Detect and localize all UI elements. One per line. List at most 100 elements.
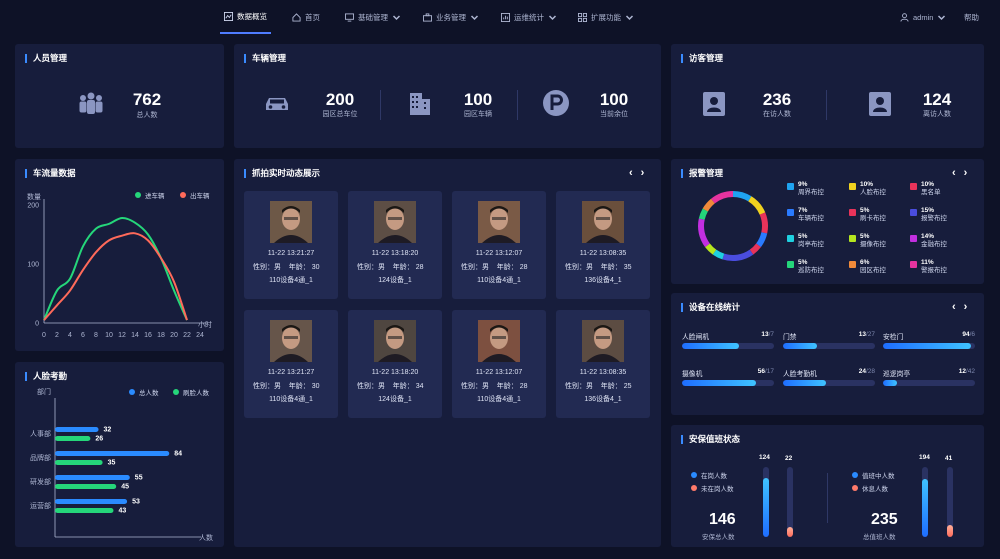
age-value: 28 — [519, 383, 528, 390]
alarm-legend-item: 5% 摄像布控 — [849, 233, 886, 249]
snapshot-attrs: 性别：男 年龄： 35 — [565, 262, 632, 272]
nav-item-ops[interactable]: 运维统计 — [501, 0, 557, 34]
age-value: 34 — [415, 383, 424, 390]
snapshot-device: 136设备4_1 — [584, 277, 622, 284]
legend-swatch — [849, 261, 856, 268]
user-menu[interactable]: admin — [900, 0, 946, 34]
alarm-legend-item: 5% 刷卡布控 — [849, 207, 886, 223]
gender-label: 性别： — [357, 383, 378, 390]
chevron-right-icon[interactable]: › — [641, 167, 645, 179]
alarm-legend-item: 11% 警报布控 — [910, 259, 947, 275]
chevron-left-icon[interactable]: ‹ — [629, 167, 633, 179]
legend-swatch — [910, 209, 917, 216]
divider — [380, 90, 381, 120]
alarm-pct: 11% — [921, 259, 934, 266]
device-progress — [883, 343, 975, 349]
personnel-stat: 762 总人数 — [123, 91, 171, 120]
face-photo — [374, 201, 416, 243]
legend-dot — [691, 485, 697, 491]
donut-slice — [712, 249, 725, 260]
nav-item-business[interactable]: 业务管理 — [423, 0, 479, 34]
chevron-left-icon[interactable]: ‹ — [952, 167, 956, 179]
nav-item-extend[interactable]: 扩展功能 — [578, 0, 634, 34]
device-name: 摄像机 — [682, 371, 703, 378]
nav-item-label: 数据概览 — [237, 11, 267, 21]
stat-label: 离访人数 — [923, 111, 951, 118]
donut-slice — [702, 198, 715, 212]
alarm-pct: 5% — [798, 259, 808, 266]
snapshot-item[interactable]: 11-22 13:18:20 性别：男 年龄： 34 124设备_1 — [348, 310, 442, 418]
face-icon — [374, 201, 416, 243]
chevron-down-icon — [392, 14, 401, 20]
bar-value-label: 32 — [104, 427, 112, 434]
device-name: 巡逻岗亭 — [883, 371, 911, 378]
face-icon — [478, 320, 520, 362]
snapshot-time: 11-22 13:08:35 — [579, 369, 627, 376]
alarm-name: 车辆布控 — [798, 215, 824, 222]
vbar-fill — [947, 525, 953, 537]
snapshot-item[interactable]: 11-22 13:18:20 性别：男 年龄： 28 124设备_1 — [348, 191, 442, 299]
alarm-pct: 5% — [798, 233, 808, 240]
snapshot-item[interactable]: 11-22 13:12:07 性别：男 年龄： 28 110设备4通_1 — [452, 191, 546, 299]
age-value: 30 — [311, 264, 320, 271]
chevron-left-icon[interactable]: ‹ — [952, 301, 956, 313]
nav-item-overview[interactable]: 数据概览 — [220, 0, 271, 34]
help-link[interactable]: 帮助 — [964, 0, 979, 34]
snapshot-pager: ‹ › — [629, 167, 644, 179]
vehicle-card: 车辆管理 200 园区总车位 100 园区车辆 100 当前余位 — [234, 44, 661, 148]
gender-label: 性别： — [253, 264, 274, 271]
x-tick-label: 0 — [42, 332, 46, 339]
donut-slice — [759, 212, 768, 234]
alarm-name: 巡防布控 — [798, 267, 824, 274]
snapshot-device: 110设备4通_1 — [477, 277, 521, 284]
device-progress-fill — [883, 343, 972, 349]
chevron-down-icon — [548, 14, 557, 20]
building-icon — [410, 93, 430, 115]
alarm-card: 报警管理 ‹ › 9% 周界布控 10% 人脸布控 10% 黑名单 7% 车辆布控 5% 刷卡布控… — [671, 159, 984, 284]
attendance-card: 人脸考勤 总人数 刷脸人数 部门 人数 人事部 32 26 品牌部 84 35 研发部 55 45 运… — [15, 362, 224, 547]
age-label: 年龄： — [392, 383, 414, 390]
snapshot-item[interactable]: 11-22 13:12:07 性别：男 年龄： 28 110设备4通_1 — [452, 310, 546, 418]
legend-swatch — [849, 209, 856, 216]
vbar-fill — [787, 526, 793, 537]
category-label: 研发部 — [30, 477, 51, 486]
device-progress — [883, 380, 975, 386]
donut-slice — [732, 191, 752, 202]
x-tick-label: 8 — [94, 332, 98, 339]
stat-label: 当前余位 — [600, 111, 628, 118]
y-axis-label: 部门 — [37, 387, 51, 396]
user-name: admin — [913, 12, 934, 22]
alarm-legend-item: 10% 黑名单 — [910, 181, 941, 197]
snapshot-attrs: 性别：男 年龄： 28 — [357, 262, 424, 272]
gender-label: 性别： — [565, 264, 586, 271]
device-progress — [682, 380, 774, 386]
bar-value-label: 26 — [95, 436, 103, 443]
visitor-card: 访客管理 236 在访人数 124 离访人数 — [671, 44, 984, 148]
main-nav: 数据概览 首页 基础管理 业务管理 运维统计 扩展功能 admin 帮助 — [0, 0, 1000, 34]
legend-swatch — [849, 235, 856, 242]
snapshot-item[interactable]: 11-22 13:21:27 性别：男 年龄： 30 110设备4通_1 — [244, 191, 338, 299]
stats-icon — [501, 12, 510, 22]
age-label: 年龄： — [600, 264, 622, 271]
snapshot-time: 11-22 13:12:07 — [475, 250, 523, 257]
snapshot-item[interactable]: 11-22 13:21:27 性别：男 年龄： 30 110设备4通_1 — [244, 310, 338, 418]
nav-item-home[interactable]: 首页 — [292, 0, 320, 34]
device-progress-fill — [682, 343, 740, 349]
age-value: 25 — [623, 383, 632, 390]
donut-slice — [698, 218, 710, 248]
chevron-right-icon[interactable]: › — [964, 167, 968, 179]
chevron-right-icon[interactable]: › — [964, 301, 968, 313]
snapshot-time: 11-22 13:18:20 — [371, 369, 419, 376]
device-total: /42 — [965, 368, 975, 375]
vbar-fill — [922, 478, 928, 537]
chart-icon — [224, 11, 233, 21]
snapshot-item[interactable]: 11-22 13:08:35 性别：男 年龄： 35 136设备4_1 — [556, 191, 650, 299]
bar — [55, 475, 130, 480]
snapshot-time: 11-22 13:21:27 — [267, 369, 315, 376]
snapshot-item[interactable]: 11-22 13:08:35 性别：男 年龄： 25 136设备4_1 — [556, 310, 650, 418]
legend-rest: 休息人数 — [852, 483, 888, 493]
shift-total-value: 235 — [871, 511, 898, 528]
visitor-card-icon — [703, 92, 725, 116]
security-total-label: 安保总人数 — [702, 534, 735, 541]
nav-item-basic[interactable]: 基础管理 — [345, 0, 401, 34]
